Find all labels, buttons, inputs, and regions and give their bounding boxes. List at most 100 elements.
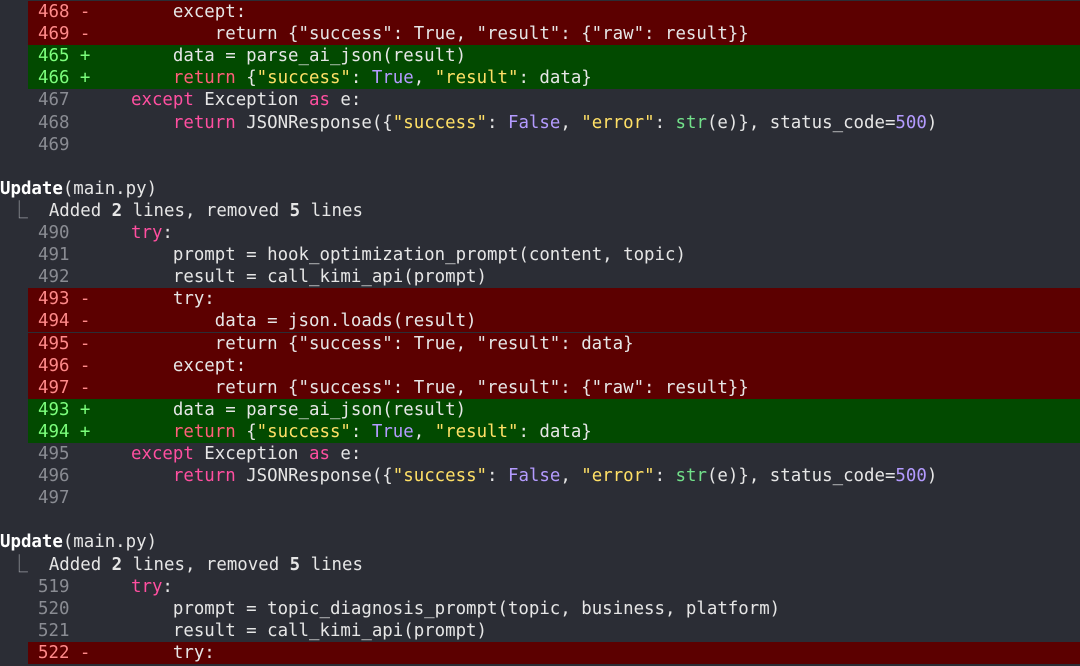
code-token: False: [507, 112, 561, 133]
diff-line-context: 469: [28, 134, 1080, 156]
line-number: 467: [38, 90, 70, 111]
code-text: try:: [131, 222, 173, 244]
diff-line-context: 519 try:: [28, 576, 1080, 598]
summary-text: Added: [48, 554, 112, 575]
code-token: "success": [256, 421, 351, 442]
code-text: data = json.loads(result): [131, 310, 477, 332]
diff-line-removed: 495 - return {"success": True, "result":…: [28, 332, 1080, 355]
line-number: 494 -: [38, 311, 91, 332]
summary-text: lines, removed: [122, 554, 290, 575]
code-token: e:: [329, 444, 362, 464]
line-number: 469: [38, 134, 70, 155]
code-token: ,: [560, 112, 582, 133]
code-text: return {"success": True, "result": data}: [131, 421, 592, 443]
diff-line-added: 466 + return {"success": True, "result":…: [28, 67, 1080, 90]
tool-call-header: Update(main.py): [0, 178, 1080, 200]
diff-line-removed: 469 - return {"success": True, "result":…: [28, 23, 1080, 46]
diff-line-context: 490 try:: [28, 222, 1080, 244]
code-token: str: [675, 112, 707, 133]
added-count: 2: [111, 554, 123, 575]
diff-line-context: 496 return JSONResponse({"success": Fals…: [28, 465, 1080, 487]
code-token: "success": [256, 68, 351, 89]
code-token: Exception: [193, 90, 309, 111]
code-token: except:: [172, 2, 247, 22]
summary-text: Added: [48, 200, 112, 221]
code-token: True: [371, 68, 414, 89]
line-number: 490: [38, 223, 70, 243]
line-number: 494 +: [38, 421, 91, 442]
diff-summary: ⎿ Added 2 lines, removed 5 lines: [0, 554, 1080, 576]
code-token: return {"success": True, "result": {"raw…: [214, 377, 749, 398]
code-token: :: [350, 68, 372, 89]
removed-count: 5: [289, 554, 301, 575]
line-number: 493 -: [38, 289, 91, 310]
line-number: 495 -: [38, 333, 91, 354]
code-token: result = call_kimi_api(prompt): [172, 620, 487, 641]
code-token: : data}: [518, 68, 592, 89]
diff-line-removed: 468 - except:: [28, 1, 1080, 24]
line-number: 493 +: [38, 399, 91, 420]
diff-line-removed: 493 - try:: [28, 288, 1080, 311]
code-token: ,: [413, 68, 435, 89]
line-number: 522 -: [38, 642, 91, 663]
diff-line-added: 493 + data = parse_ai_json(result): [28, 398, 1080, 421]
code-token: data = parse_ai_json(result): [172, 46, 467, 67]
removed-count: 5: [289, 200, 301, 221]
line-number: 465 +: [38, 46, 91, 67]
diff-line-context: 468 return JSONResponse({"success": Fals…: [28, 112, 1080, 134]
code-token: 500: [895, 466, 927, 487]
diff-line-context: 491 prompt = hook_optimization_prompt(co…: [28, 244, 1080, 266]
code-token: return: [172, 466, 236, 487]
code-token: "result": [434, 421, 519, 442]
code-token: try: [131, 576, 163, 597]
code-text: return {"success": True, "result": data}: [131, 67, 592, 89]
code-token: "success": [392, 112, 488, 133]
code-token: :: [487, 112, 508, 133]
diff-line-context: 497: [28, 487, 1080, 509]
code-text: except Exception as e:: [131, 443, 361, 465]
code-text: try:: [131, 642, 215, 664]
diff-summary: ⎿ Added 2 lines, removed 5 lines: [0, 200, 1080, 222]
code-text: prompt = topic_diagnosis_prompt(topic, b…: [131, 598, 780, 620]
tool-name: Update: [0, 178, 63, 199]
code-token: e:: [329, 90, 362, 111]
summary-text: lines: [300, 200, 363, 221]
code-token: :: [350, 421, 372, 442]
code-token: as: [309, 444, 330, 464]
code-token: :: [162, 576, 173, 597]
line-number: 468 -: [38, 2, 91, 22]
code-token: return {"success": True, "result": {"raw…: [214, 24, 749, 45]
code-token: result = call_kimi_api(prompt): [172, 267, 487, 288]
added-count: 2: [111, 200, 123, 221]
code-token: 500: [895, 112, 927, 133]
code-token: prompt = hook_optimization_prompt(conten…: [172, 245, 686, 266]
tool-name: Update: [0, 532, 63, 553]
code-text: try:: [131, 576, 173, 598]
line-number: 520: [38, 598, 70, 619]
summary-text: lines, removed: [122, 200, 290, 221]
line-number: 519: [38, 576, 70, 597]
tree-corner-icon: ⎿: [0, 200, 49, 221]
diff-line-context: 467 except Exception as e:: [28, 89, 1080, 111]
diff-line-removed: 522 - try:: [28, 641, 1080, 664]
line-number: 468: [38, 112, 70, 133]
line-number: 496 -: [38, 355, 91, 376]
code-token: return: [172, 421, 236, 442]
code-token: try:: [172, 642, 215, 663]
code-token: Exception: [193, 444, 309, 464]
diff-line-added: 465 + data = parse_ai_json(result): [28, 45, 1080, 68]
diff-line-context: 520 prompt = topic_diagnosis_prompt(topi…: [28, 598, 1080, 620]
code-text: try:: [131, 288, 215, 310]
line-number: 497 -: [38, 377, 91, 398]
code-token: ): [926, 112, 938, 133]
code-token: :: [487, 466, 508, 487]
code-text: prompt = hook_optimization_prompt(conten…: [131, 244, 686, 266]
code-text: except:: [131, 355, 246, 377]
code-token: JSONResponse({: [235, 466, 393, 487]
code-token: :: [162, 223, 173, 243]
code-token: ,: [560, 466, 582, 487]
code-token: data = parse_ai_json(result): [172, 399, 467, 420]
code-token: "success": [392, 466, 488, 487]
code-token: try:: [172, 289, 215, 310]
summary-text: lines: [300, 554, 363, 575]
